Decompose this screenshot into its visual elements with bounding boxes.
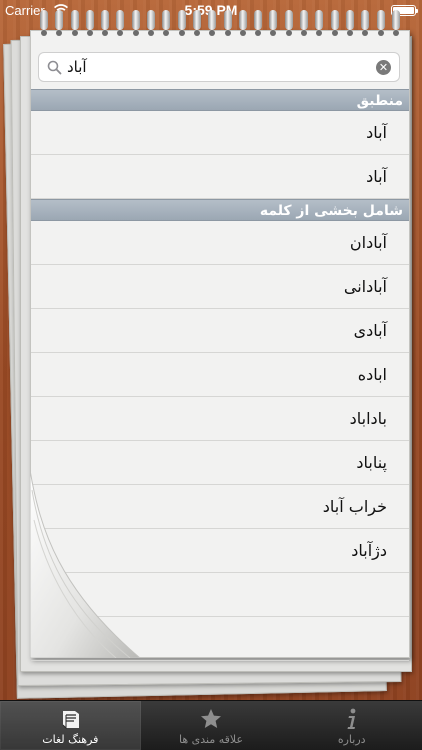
list-item[interactable]: خراب آباد [31, 485, 409, 529]
binding-ring [208, 10, 217, 36]
section-header-partial: شامل بخشی از کلمه [31, 199, 409, 221]
binding-ring [361, 10, 370, 36]
binding-ring [101, 10, 110, 36]
binding-ring [116, 10, 125, 36]
binding-ring [131, 10, 140, 36]
list-item[interactable]: باداباد [31, 397, 409, 441]
list-item[interactable]: اباده [31, 353, 409, 397]
binding-ring [162, 10, 171, 36]
binding-ring [40, 10, 48, 36]
list-item[interactable]: دژآباد [31, 529, 409, 573]
empty-row [31, 617, 409, 661]
binding-ring [85, 10, 94, 36]
clear-icon[interactable]: ✕ [376, 60, 391, 75]
binding-ring [269, 10, 278, 36]
binding-ring [147, 10, 156, 36]
binding-ring [300, 10, 309, 36]
list-item[interactable]: آباد [31, 111, 409, 155]
binding-ring [177, 10, 186, 36]
list-item[interactable]: پناباد [31, 441, 409, 485]
list-item[interactable]: آبادان [31, 221, 409, 265]
tab-favorites[interactable]: علاقه مندی ها [141, 701, 282, 750]
tab-dictionary[interactable]: فرهنگ لغات [0, 701, 141, 750]
binding-ring [238, 10, 247, 36]
binding-ring [391, 10, 400, 36]
list-item[interactable]: آبادانی [31, 265, 409, 309]
star-icon [201, 709, 221, 728]
binding-ring [284, 10, 293, 36]
tab-about[interactable]: درباره [281, 701, 422, 750]
tab-label: فرهنگ لغات [42, 733, 99, 746]
results-list: منطبق آباد آباد شامل بخشی از کلمه آبادان… [31, 89, 409, 661]
binding-ring [345, 10, 354, 36]
info-icon [347, 708, 356, 729]
tab-bar: فرهنگ لغات علاقه مندی ها درباره [0, 700, 422, 750]
tab-label: درباره [337, 733, 366, 746]
list-item[interactable]: آباد [31, 155, 409, 199]
binding-ring [55, 10, 64, 36]
tab-label: علاقه مندی ها [178, 733, 244, 746]
binding-ring [330, 10, 339, 36]
book-icon [62, 711, 80, 730]
binding-ring [376, 10, 385, 36]
binding-ring [223, 10, 232, 36]
spiral-binding [34, 10, 406, 36]
binding-ring [315, 10, 324, 36]
search-input[interactable] [67, 56, 371, 78]
search-icon [47, 60, 62, 75]
empty-row [31, 573, 409, 617]
binding-ring [254, 10, 263, 36]
binding-ring [192, 10, 201, 36]
binding-ring [70, 10, 79, 36]
section-header-exact: منطبق [31, 89, 409, 111]
search-bar[interactable]: ✕ [38, 52, 400, 82]
list-item[interactable]: آبادی [31, 309, 409, 353]
